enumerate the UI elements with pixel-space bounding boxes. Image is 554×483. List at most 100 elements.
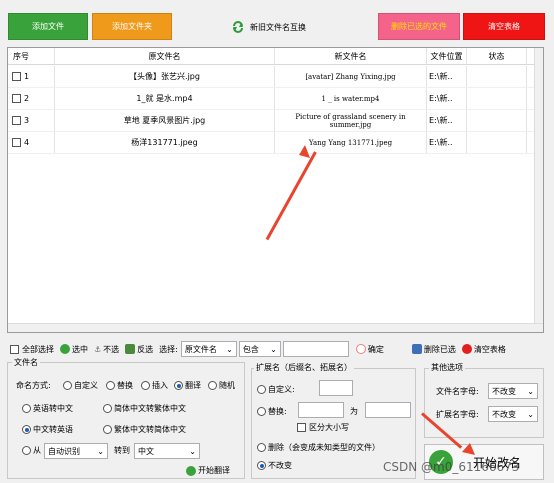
invert-icon <box>125 344 136 354</box>
new-name-cell: 1 _ is water.mp4 <box>275 88 427 109</box>
header-original-name[interactable]: 原文件名 <box>55 48 275 64</box>
ext-custom-input[interactable] <box>319 380 353 396</box>
trad-to-simp-radio[interactable]: 繁体中文转简体中文 <box>103 424 186 435</box>
field-select[interactable]: 原文件名 ⌄ <box>180 341 237 357</box>
header-index[interactable]: 序号 <box>8 48 55 64</box>
chevron-down-icon: ⌄ <box>527 409 534 419</box>
location-cell: E:\新.. <box>427 110 467 131</box>
table-row[interactable]: 1 【头像】张艺兴.jpg [avatar] Zhang Yixing.jpg … <box>8 66 543 88</box>
ext-replace-to-input[interactable] <box>365 402 411 418</box>
chevron-down-icon: ⌄ <box>97 446 104 456</box>
row-checkbox[interactable] <box>12 72 21 81</box>
ext-case-select[interactable]: 不改变 ⌄ <box>488 406 538 422</box>
filename-case-label: 文件名字母: <box>436 387 479 396</box>
chevron-down-icon: ⌄ <box>270 344 277 354</box>
ext-replace-from-input[interactable] <box>298 402 344 418</box>
original-name-cell: 1_就 是水.mp4 <box>55 88 275 109</box>
simp-to-trad-radio[interactable]: 简体中文转繁体中文 <box>103 403 186 414</box>
ext-replace-radio[interactable]: 替换: <box>257 406 287 417</box>
location-cell: E:\新.. <box>427 88 467 109</box>
original-name-cell: 杨洋131771.jpeg <box>55 132 275 153</box>
check-circle-icon <box>186 465 196 476</box>
select-all-checkbox[interactable]: 全部选择 <box>7 340 57 358</box>
new-name-cell: Picture of grassland scenery in summer.j… <box>275 110 427 131</box>
mode-translate-radio[interactable]: 翻译 <box>174 380 201 391</box>
naming-mode-label: 命名方式: <box>16 381 51 390</box>
chevron-down-icon: ⌄ <box>527 386 534 396</box>
table-row[interactable]: 4 杨洋131771.jpeg Yang Yang 131771.jpeg E:… <box>8 132 543 154</box>
vertical-scrollbar[interactable] <box>534 48 543 332</box>
row-checkbox[interactable] <box>12 116 21 125</box>
delete-selected-files-button[interactable]: 删除已选的文件 <box>378 13 460 40</box>
select-button[interactable]: 选中 <box>57 340 91 358</box>
original-name-cell: 【头像】张艺兴.jpg <box>55 66 275 87</box>
delete-icon <box>411 344 422 354</box>
file-table[interactable]: 序号 原文件名 新文件名 文件位置 状态 1 【头像】张艺兴.jpg [avat… <box>7 47 544 333</box>
from-language-select[interactable]: 自动识别 ⌄ <box>44 443 108 459</box>
add-folder-button[interactable]: 添加文件夹 <box>92 13 172 40</box>
extension-panel-title: 扩展名（后缀名、拓展名） <box>254 362 354 373</box>
filter-input[interactable] <box>282 341 349 357</box>
check-icon <box>60 344 70 354</box>
to-language-select[interactable]: 中文 ⌄ <box>134 443 200 459</box>
ext-case-label: 扩展名字母: <box>436 410 479 419</box>
mode-custom-radio[interactable]: 自定义 <box>63 380 98 391</box>
ext-delete-radio[interactable]: 删除（会变成未知类型的文件） <box>257 442 380 453</box>
mode-insert-radio[interactable]: 插入 <box>141 380 168 391</box>
confirm-button[interactable]: 确定 <box>353 340 387 358</box>
table-header: 序号 原文件名 新文件名 文件位置 状态 <box>8 48 543 65</box>
status-cell <box>467 110 527 131</box>
add-file-button[interactable]: 添加文件 <box>8 13 88 40</box>
annotation-arrowhead <box>299 145 310 158</box>
header-location[interactable]: 文件位置 <box>427 48 467 64</box>
clear-table-button[interactable]: 清空表格 <box>463 13 545 40</box>
original-name-cell: 草地 夏季风景图片.jpg <box>55 110 275 131</box>
delete-selected-button[interactable]: 删除已选 <box>409 340 459 358</box>
location-cell: E:\新.. <box>427 66 467 87</box>
to-label: 转到 <box>114 446 130 455</box>
invert-button[interactable]: 反选 <box>122 340 156 358</box>
row-checkbox[interactable] <box>12 138 21 147</box>
location-cell: E:\新.. <box>427 132 467 153</box>
header-status[interactable]: 状态 <box>467 48 527 64</box>
swap-icon <box>232 21 244 33</box>
watermark: CSDN @m0_61166673 <box>383 460 520 474</box>
zh-to-en-radio[interactable]: 中文转英语 <box>22 424 73 435</box>
case-sensitive-checkbox[interactable]: 区分大小写 <box>297 422 349 433</box>
ext-custom-radio[interactable]: 自定义: <box>257 384 295 395</box>
table-row[interactable]: 2 1_就 是水.mp4 1 _ is water.mp4 E:\新.. <box>8 88 543 110</box>
ext-to-label: 为 <box>350 407 358 416</box>
other-options-title: 其他选项 <box>429 362 465 373</box>
chevron-down-icon: ⌄ <box>189 446 196 456</box>
status-cell <box>467 132 527 153</box>
deselect-button[interactable]: ⚓ 不选 <box>91 340 122 358</box>
anchor-icon: ⚓ <box>94 344 102 354</box>
en-to-zh-radio[interactable]: 英语转中文 <box>22 403 73 414</box>
other-options-panel: 其他选项 文件名字母: 不改变 ⌄ 扩展名字母: 不改变 ⌄ <box>424 362 544 438</box>
annotation-arrowhead-2 <box>462 443 475 455</box>
mode-random-radio[interactable]: 随机 <box>208 380 235 391</box>
filename-panel: 文件名 命名方式: 自定义 替换 插入 翻译 随机 英语转中文 简体中文转繁体中… <box>7 357 245 479</box>
swap-label: 新旧文件名互换 <box>250 22 306 32</box>
choose-label: 选择: <box>159 344 178 354</box>
horizontal-scrollbar[interactable] <box>8 323 543 332</box>
clear-table-small-button[interactable]: 清空表格 <box>459 340 509 358</box>
filename-panel-title: 文件名 <box>12 357 40 368</box>
status-cell <box>467 88 527 109</box>
table-row[interactable]: 3 草地 夏季风景图片.jpg Picture of grassland sce… <box>8 110 543 132</box>
swap-button[interactable]: 新旧文件名互换 <box>232 20 306 34</box>
confirm-icon <box>355 344 366 354</box>
header-new-name[interactable]: 新文件名 <box>275 48 427 64</box>
contain-select[interactable]: 包含 ⌄ <box>238 341 281 357</box>
selection-toolbar: 全部选择 选中 ⚓ 不选 反选 选择: 原文件名 ⌄ 包含 ⌄ 确定 删除已选 清空表… <box>7 339 544 359</box>
chevron-down-icon: ⌄ <box>226 344 233 354</box>
mode-replace-radio[interactable]: 替换 <box>106 380 133 391</box>
ext-unchanged-radio[interactable]: 不改变 <box>257 460 292 471</box>
row-checkbox[interactable] <box>12 94 21 103</box>
clear-icon <box>461 344 472 354</box>
start-translate-button[interactable]: 开始翻译 <box>186 465 230 476</box>
filename-case-select[interactable]: 不改变 ⌄ <box>488 383 538 399</box>
new-name-cell: [avatar] Zhang Yixing.jpg <box>275 66 427 87</box>
from-radio[interactable]: 从 <box>22 445 41 456</box>
status-cell <box>467 66 527 87</box>
